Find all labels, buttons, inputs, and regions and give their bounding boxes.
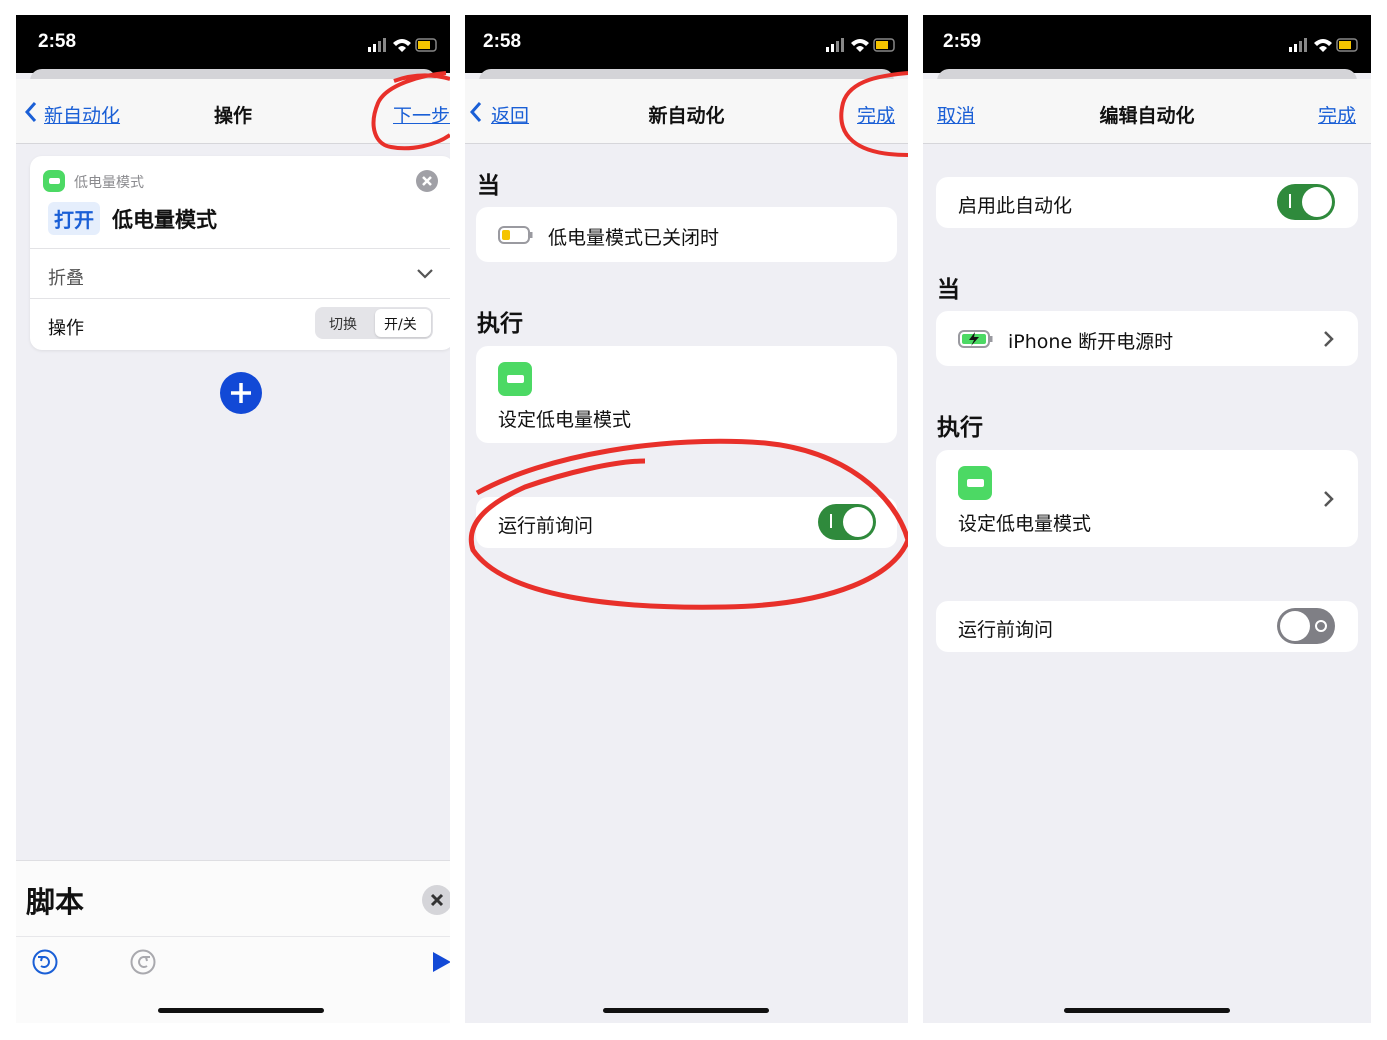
status-time: 2:58 <box>483 31 522 52</box>
action-row[interactable]: 设定低电量模式 <box>476 346 897 443</box>
trigger-label: 低电量模式已关闭时 <box>548 227 720 249</box>
battery-icon <box>958 466 992 500</box>
home-indicator <box>158 1008 324 1013</box>
status-bar: 2:58 <box>16 15 450 73</box>
trigger-label: iPhone 断开电源时 <box>1008 331 1174 353</box>
action-label: 设定低电量模式 <box>958 513 1092 535</box>
divider <box>30 298 450 299</box>
action-card: 低电量模式 打开 低电量模式 折叠 操作 切换 开/关 <box>30 156 450 350</box>
action-app-label: 低电量模式 <box>74 175 144 191</box>
chevron-down-icon[interactable] <box>416 268 434 280</box>
ask-before-running-label: 运行前询问 <box>498 515 594 537</box>
panel-new-automation: 2:58 返回 新自动化 完成 当 低电量模式已关闭时 执行 设定低电量模式 运… <box>465 15 908 1023</box>
segment-on-off[interactable]: 开/关 <box>375 309 431 337</box>
toggle-knob <box>843 507 873 537</box>
toggle-knob <box>1302 187 1332 217</box>
collapse-label[interactable]: 折叠 <box>48 264 84 290</box>
close-icon[interactable] <box>422 885 450 915</box>
ask-before-running-label: 运行前询问 <box>958 619 1054 641</box>
divider <box>16 936 450 937</box>
redo-icon[interactable] <box>130 949 156 975</box>
status-time: 2:58 <box>38 31 77 52</box>
toggle-on-mark <box>1289 194 1291 208</box>
next-button[interactable]: 下一步 <box>393 101 450 128</box>
enable-automation-toggle[interactable] <box>1277 184 1335 220</box>
operation-label: 操作 <box>48 318 84 339</box>
ask-before-running-toggle[interactable] <box>1277 608 1335 644</box>
done-button[interactable]: 完成 <box>1318 101 1356 128</box>
status-icons <box>826 38 895 52</box>
trigger-row[interactable]: 低电量模式已关闭时 <box>476 207 897 262</box>
action-label: 设定低电量模式 <box>498 409 632 431</box>
action-row[interactable]: 设定低电量模式 <box>936 450 1358 547</box>
status-icons <box>368 38 437 52</box>
action-target: 低电量模式 <box>112 208 217 232</box>
remove-action-icon[interactable] <box>416 170 438 192</box>
battery-icon <box>498 362 532 396</box>
chevron-right-icon <box>1324 491 1334 507</box>
panel-actions: 2:58 新自动化 操作 下一步 低电量模式 打开 低电量模式 折叠 操作 切换… <box>16 15 450 1023</box>
chevron-right-icon <box>1324 331 1334 347</box>
enable-automation-label: 启用此自动化 <box>958 195 1073 217</box>
divider <box>30 248 450 249</box>
status-time: 2:59 <box>943 31 982 52</box>
do-header: 执行 <box>937 415 983 441</box>
add-action-icon[interactable] <box>220 372 262 414</box>
battery-low-icon <box>498 226 533 244</box>
done-button[interactable]: 完成 <box>857 101 895 128</box>
nav-title: 编辑自动化 <box>1099 105 1195 127</box>
do-header: 执行 <box>477 311 523 337</box>
battery-charging-icon <box>958 330 993 348</box>
status-bar: 2:59 <box>923 15 1371 73</box>
ask-before-running-toggle[interactable] <box>818 504 876 540</box>
home-indicator <box>1064 1008 1230 1013</box>
segment-on-off-label: 开/关 <box>384 317 417 333</box>
ask-before-running-row: 运行前询问 <box>476 497 897 548</box>
scripts-drawer: 脚本 <box>16 860 450 1023</box>
toggle-on-mark <box>830 514 832 528</box>
toggle-knob <box>1280 611 1310 641</box>
panel-edit-automation: 2:59 取消 编辑自动化 完成 启用此自动化 当 iPhone 断开电源时 执… <box>923 15 1371 1023</box>
status-icons <box>1289 38 1358 52</box>
nav-title: 新自动化 <box>648 105 725 127</box>
ask-before-running-row: 运行前询问 <box>936 601 1358 652</box>
toggle-off-mark <box>1315 620 1327 632</box>
battery-icon <box>43 170 65 192</box>
nav-bar: 返回 新自动化 完成 <box>465 79 908 144</box>
enable-automation-row: 启用此自动化 <box>936 177 1358 228</box>
segment-toggle[interactable]: 切换 <box>329 314 357 334</box>
scripts-title: 脚本 <box>26 885 85 919</box>
status-bar: 2:58 <box>465 15 908 73</box>
action-verb-token[interactable]: 打开 <box>48 202 100 235</box>
nav-bar: 取消 编辑自动化 完成 <box>923 79 1371 144</box>
play-icon[interactable] <box>432 951 450 973</box>
when-header: 当 <box>477 173 500 199</box>
trigger-row[interactable]: iPhone 断开电源时 <box>936 311 1358 366</box>
operation-segmented-control: 切换 开/关 <box>315 307 433 339</box>
nav-title: 操作 <box>213 105 252 127</box>
when-header: 当 <box>937 277 960 303</box>
nav-bar: 新自动化 操作 下一步 <box>16 79 450 144</box>
undo-icon[interactable] <box>32 949 58 975</box>
home-indicator <box>603 1008 769 1013</box>
